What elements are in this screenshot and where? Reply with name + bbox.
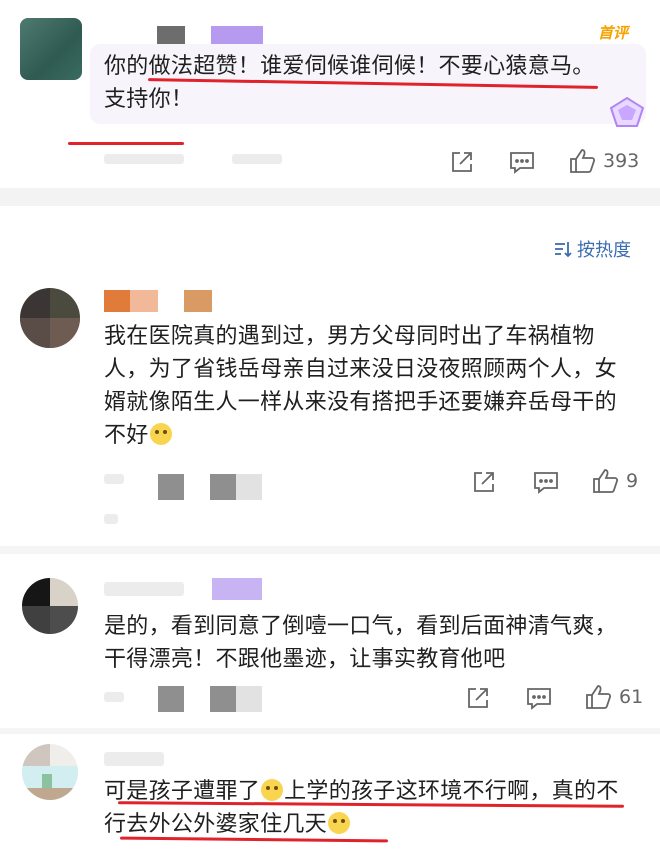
laugh-emoji (328, 812, 351, 834)
avatar[interactable] (22, 578, 78, 634)
share-button[interactable] (466, 686, 490, 710)
sort-label: 按热度 (577, 240, 631, 261)
avatar[interactable] (20, 288, 80, 348)
gem-icon (609, 96, 645, 134)
smile-emoji (149, 423, 172, 445)
comment-button[interactable] (509, 150, 535, 174)
comment-text: 是的，看到同意了倒噎一口气，看到后面神清气爽，干得漂亮！不跟他墨迹，让事实教育他… (104, 614, 617, 672)
like-button[interactable]: 9 (592, 468, 638, 494)
meta-redacted (210, 686, 236, 712)
meta-redacted (104, 582, 184, 596)
sort-icon (555, 242, 572, 258)
username-redacted[interactable] (184, 290, 212, 312)
thumbs-up-icon (593, 469, 619, 493)
meta-redacted (104, 752, 164, 766)
meta-redacted (104, 474, 124, 484)
meta-redacted (236, 474, 262, 500)
share-icon (468, 688, 488, 708)
divider (0, 728, 660, 734)
thumbs-up-icon (570, 149, 596, 173)
username-redacted[interactable] (211, 26, 263, 46)
meta-redacted (104, 154, 184, 164)
share-button[interactable] (472, 470, 496, 494)
comment-button[interactable] (533, 470, 559, 494)
section-divider (0, 188, 660, 206)
username-redacted[interactable] (104, 290, 130, 312)
share-button[interactable] (450, 150, 474, 174)
username-redacted[interactable] (130, 290, 158, 312)
like-button[interactable]: 393 (569, 148, 639, 174)
like-count: 9 (626, 470, 639, 492)
meta-redacted (210, 474, 236, 500)
meta-redacted (104, 514, 118, 524)
worried-emoji (261, 779, 284, 801)
meta-redacted (158, 474, 184, 500)
sort-button[interactable]: 按热度 (553, 236, 631, 262)
comment-text: 可是孩子遭罪了 上学的孩子这环境不行啊，真的不行去外公外婆家住几天 (104, 779, 619, 837)
share-icon (474, 472, 494, 492)
highlight-underline (68, 142, 184, 145)
meta-redacted (158, 686, 184, 712)
divider (0, 546, 660, 554)
avatar[interactable] (20, 18, 82, 80)
meta-redacted (236, 686, 262, 712)
first-comment-badge: 首评 (598, 24, 629, 42)
comment-icon (510, 152, 534, 174)
comment-icon (527, 688, 551, 710)
meta-redacted (104, 692, 124, 702)
username-redacted[interactable] (212, 578, 262, 600)
like-count: 393 (603, 150, 640, 172)
like-count: 61 (619, 686, 644, 708)
share-icon (452, 152, 472, 172)
avatar[interactable] (22, 744, 78, 800)
thumbs-up-icon (586, 685, 612, 709)
username-redacted[interactable] (157, 26, 185, 46)
meta-redacted (232, 154, 282, 164)
like-button[interactable]: 61 (585, 684, 643, 710)
comment-button[interactable] (526, 686, 552, 710)
comment-icon (534, 472, 558, 494)
comment-text: 我在医院真的遇到过，男方父母同时出了车祸植物人，为了省钱岳母亲自过来没日没夜照顾… (104, 324, 617, 448)
